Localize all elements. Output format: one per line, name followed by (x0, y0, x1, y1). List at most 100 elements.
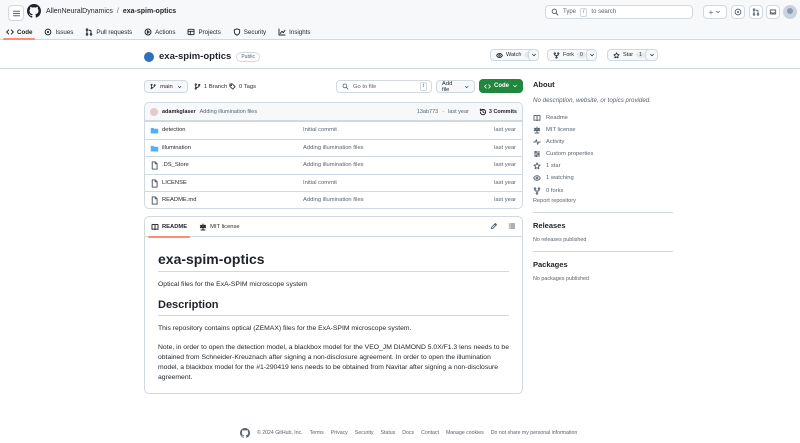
footer-link-status[interactable]: Status (381, 430, 396, 436)
readme-paragraph: Note, in order to open the detection mod… (158, 344, 509, 381)
latest-commit-bar: adamkglaser Adding illumination files 13… (145, 103, 522, 121)
commits-link[interactable]: 3 Commits (479, 108, 517, 116)
tab-actions[interactable]: Actions (138, 24, 181, 40)
about-item-label: MIT license (546, 126, 576, 133)
issues-button[interactable] (731, 5, 745, 19)
file-row[interactable]: illumination Adding illumination files l… (145, 138, 522, 157)
file-icon (151, 178, 158, 188)
github-logo-icon (240, 428, 250, 438)
chevron-down-icon (513, 84, 517, 88)
tags-link[interactable]: 0 Tags (229, 80, 256, 93)
file-name[interactable]: illumination (162, 145, 191, 151)
file-row[interactable]: detection Initial commit last year (145, 121, 522, 139)
fork-label: Fork (563, 52, 574, 58)
readme-title: exa-spim-optics (158, 251, 509, 272)
footer-link-privacy[interactable]: Privacy (331, 430, 348, 436)
tag-icon (229, 83, 236, 90)
about-item-license[interactable]: MIT license (533, 125, 673, 134)
github-logo-icon[interactable] (27, 4, 41, 18)
branches-link[interactable]: 1 Branch (194, 80, 227, 93)
owner-avatar[interactable] (144, 51, 154, 62)
star-dropdown-button[interactable] (645, 49, 658, 61)
file-commit-message[interactable]: Adding illumination files (303, 145, 364, 151)
list-icon[interactable] (508, 222, 516, 230)
about-item-watching[interactable]: 1 watching (533, 174, 673, 183)
repo-title-row: exa-spim-optics Public (144, 51, 260, 62)
breadcrumb-owner[interactable]: AllenNeuralDynamics (46, 8, 113, 15)
create-new-button[interactable]: + (703, 5, 727, 19)
issue-icon (734, 8, 742, 16)
footer-link-manage-cookies[interactable]: Manage cookies (446, 430, 484, 436)
footer-link-do-not-share[interactable]: Do not share my personal information (491, 430, 578, 436)
app-header: AllenNeuralDynamics / exa-spim-optics Ty… (0, 0, 800, 40)
commit-author[interactable]: adamkglaser (162, 109, 196, 115)
file-name[interactable]: detection (162, 127, 186, 133)
about-item-label: Custom properties (546, 151, 594, 158)
file-date: last year (494, 144, 516, 151)
about-item-label: 1 watching (546, 175, 574, 182)
watch-dropdown-button[interactable] (528, 49, 539, 61)
footer-link-security[interactable]: Security (355, 430, 374, 436)
file-name[interactable]: README.md (162, 197, 196, 203)
footer-link-docs[interactable]: Docs (402, 430, 414, 436)
releases-heading[interactable]: Releases (533, 221, 673, 230)
user-avatar[interactable] (783, 5, 797, 19)
file-table: adamkglaser Adding illumination files 13… (144, 102, 523, 209)
file-commit-message[interactable]: Initial commit (303, 180, 337, 186)
code-button[interactable]: Code (479, 79, 523, 93)
breadcrumb-repo[interactable]: exa-spim-optics (123, 8, 176, 15)
file-commit-message[interactable]: Adding illumination files (303, 197, 364, 203)
tab-pull-requests[interactable]: Pull requests (79, 24, 138, 40)
about-item-activity[interactable]: Activity (533, 137, 673, 146)
about-item-stars[interactable]: 1 star (533, 162, 673, 171)
file-row[interactable]: README.md Adding illumination files last… (145, 191, 522, 208)
commit-author-avatar[interactable] (150, 107, 158, 116)
repo-name[interactable]: exa-spim-optics (159, 51, 231, 62)
footer-link-contact[interactable]: Contact (421, 430, 439, 436)
footer-link-terms[interactable]: Terms (310, 430, 324, 436)
about-item-forks[interactable]: 0 forks (533, 186, 673, 195)
pencil-icon[interactable] (490, 222, 498, 230)
readme-subtitle: Optical files for the ExA-SPIM microscop… (158, 281, 308, 288)
packages-heading[interactable]: Packages (533, 260, 673, 269)
file-name[interactable]: LICENSE (162, 180, 187, 186)
about-item-readme[interactable]: Readme (533, 113, 673, 122)
add-file-button[interactable]: Add file (436, 80, 475, 93)
tab-issues[interactable]: Issues (38, 24, 79, 40)
commit-message[interactable]: Adding illumination files (200, 109, 257, 115)
tab-pull-requests-label: Pull requests (96, 28, 133, 36)
breadcrumb: AllenNeuralDynamics / exa-spim-optics (46, 8, 176, 15)
commit-hash[interactable]: 13ab773 (417, 109, 438, 115)
file-row[interactable]: LICENSE Initial commit last year (145, 173, 522, 192)
file-date: last year (494, 127, 516, 134)
file-row[interactable]: .DS_Store Adding illumination files last… (145, 156, 522, 174)
about-item-label: 1 star (546, 163, 561, 170)
fork-dropdown-button[interactable] (586, 49, 597, 61)
tab-code[interactable]: Code (0, 24, 38, 40)
go-to-file-input[interactable]: Go to file t (336, 80, 432, 93)
chevron-down-icon (531, 53, 536, 57)
tab-projects[interactable]: Projects (181, 24, 226, 40)
file-name[interactable]: .DS_Store (162, 162, 189, 168)
report-repository-link[interactable]: Report repository (533, 198, 673, 204)
tab-readme[interactable]: README (145, 217, 193, 238)
tab-license[interactable]: MIT license (193, 217, 246, 237)
tab-insights[interactable]: Insights (272, 24, 316, 40)
graph-icon (278, 28, 286, 36)
file-commit-message[interactable]: Initial commit (303, 127, 337, 133)
pull-requests-button[interactable] (749, 5, 763, 19)
sliders-icon (533, 150, 541, 158)
search-input[interactable]: Type / to search (545, 5, 693, 19)
inbox-button[interactable] (766, 5, 780, 19)
book-icon (533, 114, 541, 121)
hamburger-menu-button[interactable] (8, 5, 24, 21)
tab-security[interactable]: Security (227, 24, 272, 40)
about-item-custom-properties[interactable]: Custom properties (533, 150, 673, 159)
readme-paragraph: This repository contains optical (ZEMAX)… (158, 325, 412, 332)
readme-actions (490, 222, 516, 230)
star-label: Star (623, 52, 634, 58)
readme-heading-description: Description (158, 299, 509, 316)
branch-selector[interactable]: main (144, 80, 188, 93)
about-item-label: 0 forks (546, 187, 564, 194)
file-commit-message[interactable]: Adding illumination files (303, 162, 364, 168)
